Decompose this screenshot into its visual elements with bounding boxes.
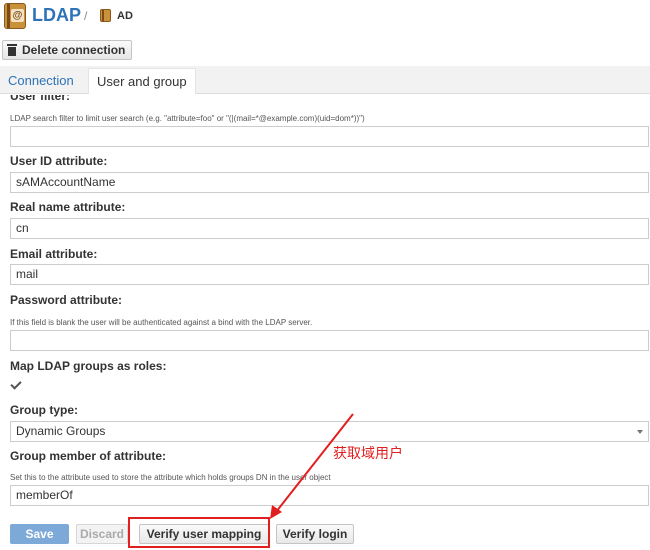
password-attribute-input[interactable] [10,330,649,351]
real-name-attribute-input[interactable]: cn [10,218,649,239]
tab-bar: Connection User and group [0,66,650,94]
user-filter-label: User filter: [10,95,71,103]
user-filter-hint: LDAP search filter to limit user search … [10,114,365,123]
caret-down-icon [637,430,643,434]
group-type-label: Group type: [10,403,78,417]
user-group-form: User filter: LDAP search filter to limit… [0,95,650,550]
tab-user-and-group[interactable]: User and group [88,68,196,94]
password-attribute-hint: If this field is blank the user will be … [10,318,313,327]
annotation-highlight-box [128,517,270,548]
map-groups-checkbox[interactable] [10,379,23,392]
ldap-book-icon: @ [4,3,26,29]
user-id-attribute-label: User ID attribute: [10,154,108,168]
group-member-attribute-input[interactable]: memberOf [10,485,649,506]
group-type-value: Dynamic Groups [16,424,106,438]
app-title[interactable]: LDAP [32,5,81,26]
group-member-attribute-hint: Set this to the attribute used to store … [10,473,331,482]
real-name-attribute-label: Real name attribute: [10,200,126,214]
book-spine [7,4,10,28]
at-sign-glyph: @ [11,9,24,22]
group-type-select[interactable]: Dynamic Groups [10,421,649,442]
delete-connection-button[interactable]: Delete connection [2,40,132,60]
discard-button[interactable]: Discard [76,524,128,544]
breadcrumb-separator: / [84,9,88,23]
breadcrumb-item-ad: AD [117,10,133,22]
verify-login-button[interactable]: Verify login [276,524,354,544]
tab-connection[interactable]: Connection [0,68,82,94]
delete-connection-label: Delete connection [22,43,126,57]
annotation-text: 获取域用户 [333,446,403,462]
page-header: @ LDAP / AD [0,0,650,34]
email-attribute-label: Email attribute: [10,247,98,261]
group-member-attribute-label: Group member of attribute: [10,449,167,463]
user-id-attribute-input[interactable]: sAMAccountName [10,172,649,193]
book-icon [100,9,111,22]
save-button[interactable]: Save [10,524,69,544]
email-attribute-input[interactable]: mail [10,264,649,285]
user-filter-input[interactable] [10,126,649,147]
map-groups-label: Map LDAP groups as roles: [10,359,167,373]
password-attribute-label: Password attribute: [10,293,123,307]
trash-icon [7,44,17,56]
